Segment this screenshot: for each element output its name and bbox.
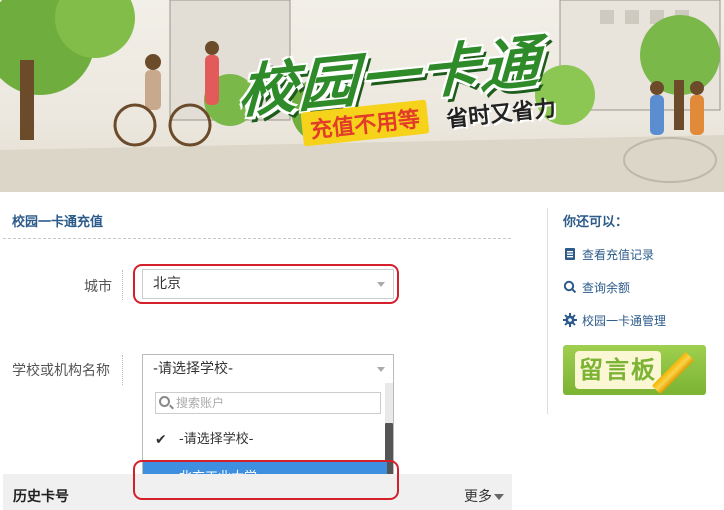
- sidebar-link-label: 查询余额: [582, 281, 631, 295]
- city-label: 城市: [84, 279, 112, 295]
- sidebar-title: 你还可以：: [563, 215, 629, 230]
- sidebar-link-label: 查看充值记录: [582, 248, 655, 262]
- caret-down-icon: [494, 494, 504, 500]
- sidebar-link-recharge-history[interactable]: 查看充值记录: [563, 246, 654, 263]
- search-icon: [159, 396, 170, 407]
- more-link[interactable]: 更多: [464, 486, 504, 506]
- sidebar-link-card-management[interactable]: 校园一卡通管理: [563, 312, 666, 329]
- document-icon: [565, 248, 575, 260]
- more-label: 更多: [464, 489, 492, 505]
- message-board-label: 留言板: [575, 351, 661, 389]
- campus-card-banner: 校园一卡通 充值不用等 省时又省力: [0, 0, 724, 192]
- label-separator: [122, 355, 123, 385]
- dropdown-search-input[interactable]: 搜索账户: [155, 392, 381, 414]
- message-board-button[interactable]: 留言板: [563, 345, 706, 395]
- school-select-value: -请选择学校-: [153, 361, 234, 377]
- history-title: 历史卡号: [13, 489, 69, 505]
- dropdown-search-placeholder: 搜索账户: [176, 396, 225, 410]
- gear-icon: [563, 313, 577, 327]
- dropdown-option-label: -请选择学校-: [179, 432, 254, 447]
- checkmark-icon: ✔: [155, 432, 167, 448]
- section-divider: [3, 238, 511, 239]
- school-select[interactable]: -请选择学校-: [142, 354, 394, 384]
- sidebar-divider: [547, 208, 548, 414]
- label-separator: [122, 270, 123, 300]
- sidebar-link-balance[interactable]: 查询余额: [563, 279, 630, 296]
- annotation-ring-city: [133, 264, 399, 304]
- annotation-ring-option: [133, 460, 399, 500]
- chevron-down-icon: [377, 367, 385, 372]
- school-label: 学校或机构名称: [12, 363, 110, 379]
- sidebar-link-label: 校园一卡通管理: [582, 314, 667, 328]
- section-title: 校园一卡通充值: [12, 215, 104, 230]
- dropdown-option[interactable]: ✔ -请选择学校-: [143, 423, 387, 457]
- search-icon: [563, 280, 577, 294]
